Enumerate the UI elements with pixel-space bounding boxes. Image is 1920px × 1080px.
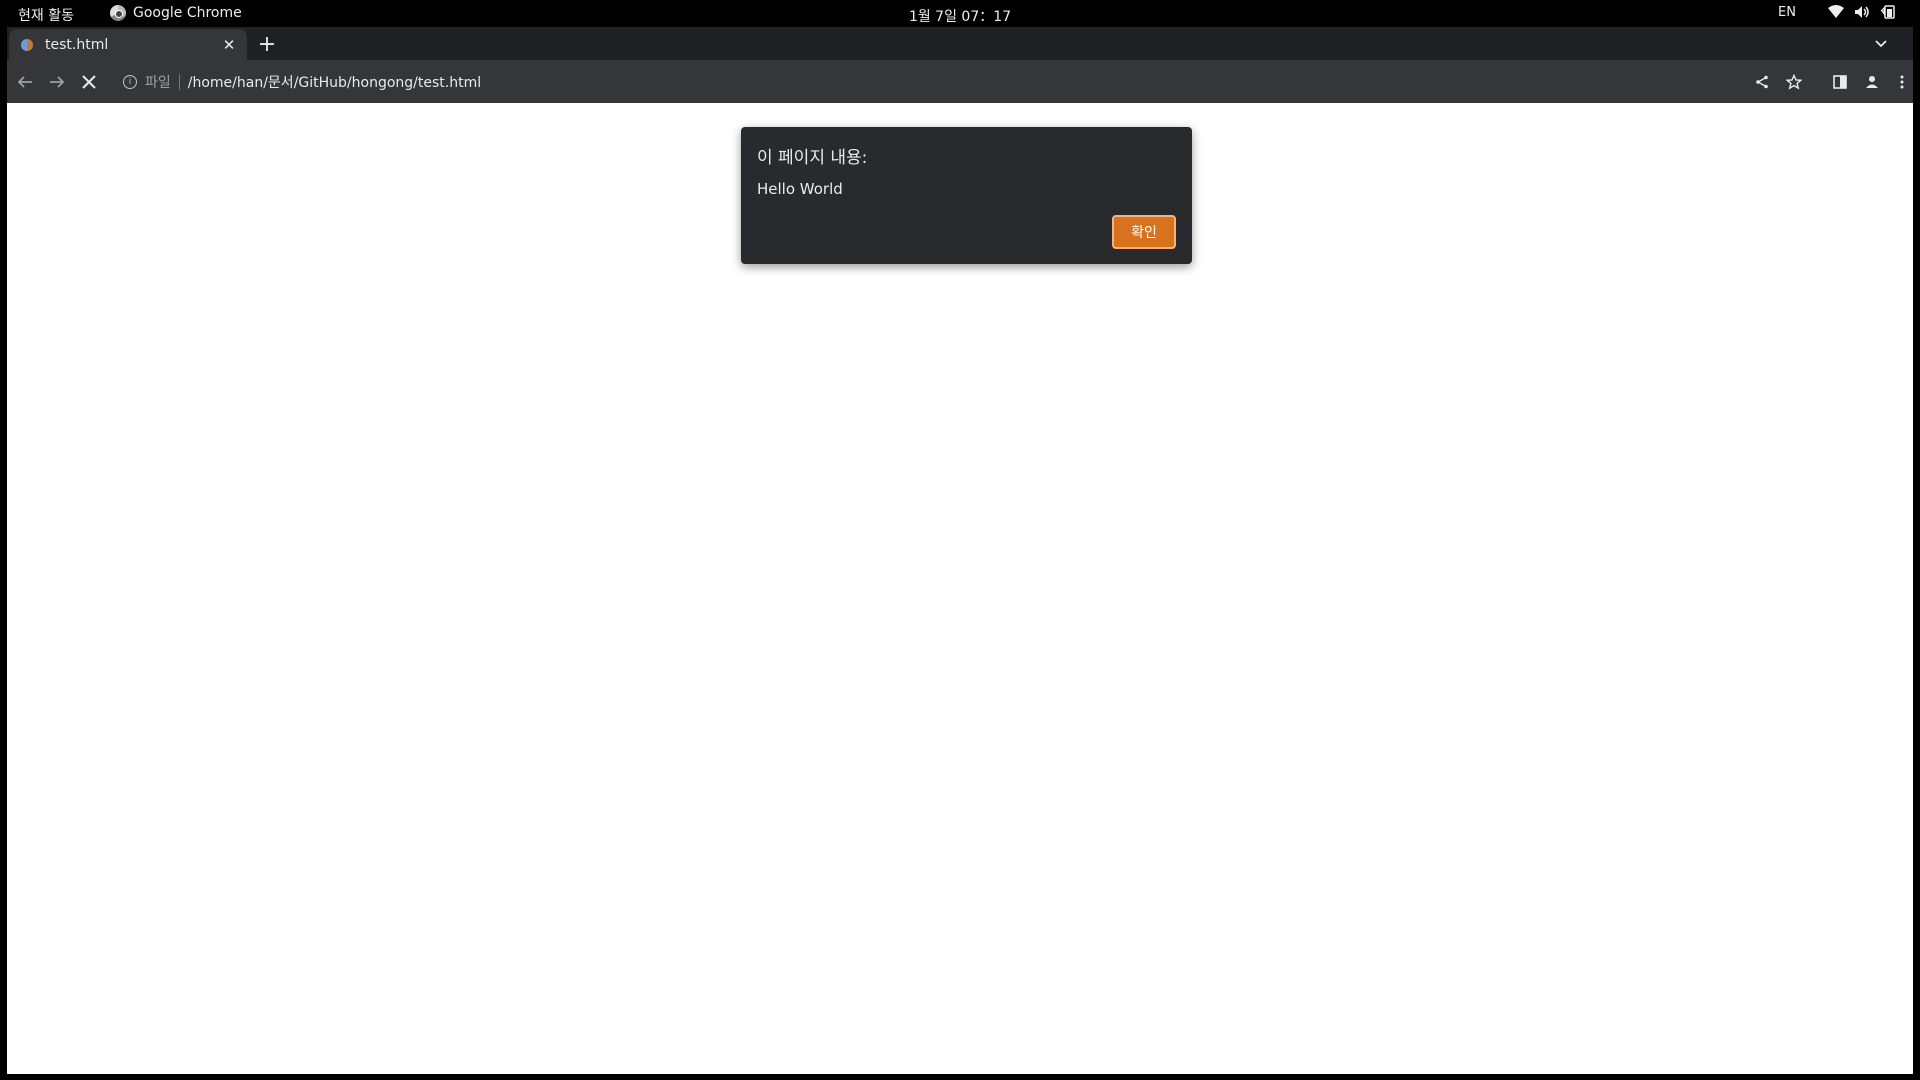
address-bar[interactable]: i 파일 /home/han/문서/GitHub/hongong/test.ht… (111, 65, 1751, 98)
system-tray[interactable] (1828, 5, 1896, 19)
tab-title: test.html (45, 36, 109, 53)
menu-kebab-icon[interactable] (1889, 69, 1913, 95)
battery-icon (1880, 5, 1895, 19)
ok-button[interactable]: 확인 (1112, 215, 1176, 249)
scheme-chip: 파일 (145, 74, 171, 91)
back-arrow-icon[interactable] (11, 68, 39, 96)
side-panel-icon[interactable] (1827, 69, 1853, 95)
tab-strip: test.html ✕ + (7, 27, 1913, 60)
tab-close-icon[interactable]: ✕ (217, 33, 241, 57)
tab-test-html[interactable]: test.html ✕ (9, 29, 247, 60)
input-language-indicator[interactable]: EN (1778, 5, 1796, 20)
wifi-icon (1828, 5, 1844, 18)
browser-toolbar: i 파일 /home/han/문서/GitHub/hongong/test.ht… (7, 60, 1913, 103)
volume-icon (1855, 6, 1869, 18)
bookmark-star-icon[interactable] (1781, 69, 1807, 95)
omnibox-separator (178, 73, 180, 90)
system-top-bar: 현재 활동 Google Chrome 1월 7일 07：17 EN (0, 0, 1920, 27)
tab-search-chevron-icon[interactable] (1871, 34, 1891, 54)
activities-button[interactable]: 현재 활동 (18, 5, 74, 25)
share-icon[interactable] (1749, 69, 1775, 95)
profile-icon[interactable] (1859, 69, 1885, 95)
url-text[interactable]: /home/han/문서/GitHub/hongong/test.html (188, 72, 481, 92)
site-info-icon[interactable]: i (123, 74, 137, 89)
app-name: Google Chrome (133, 5, 242, 21)
clock[interactable]: 1월 7일 07：17 (909, 9, 1011, 25)
alert-dialog: 이 페이지 내용: Hello World 확인 (741, 127, 1192, 264)
dialog-message: Hello World (757, 180, 843, 198)
stop-loading-icon[interactable] (75, 68, 103, 96)
app-menu[interactable]: Google Chrome (110, 5, 242, 21)
loading-favicon-icon (21, 38, 33, 51)
chrome-icon (110, 5, 126, 21)
dialog-heading: 이 페이지 내용: (757, 148, 868, 168)
forward-arrow-icon[interactable] (43, 68, 71, 96)
clock-container: 1월 7일 07：17 (0, 6, 1920, 26)
new-tab-button[interactable]: + (255, 32, 279, 57)
browser-window: test.html ✕ + i 파일 /home/han/문서/GitHub/h… (7, 27, 1913, 1074)
